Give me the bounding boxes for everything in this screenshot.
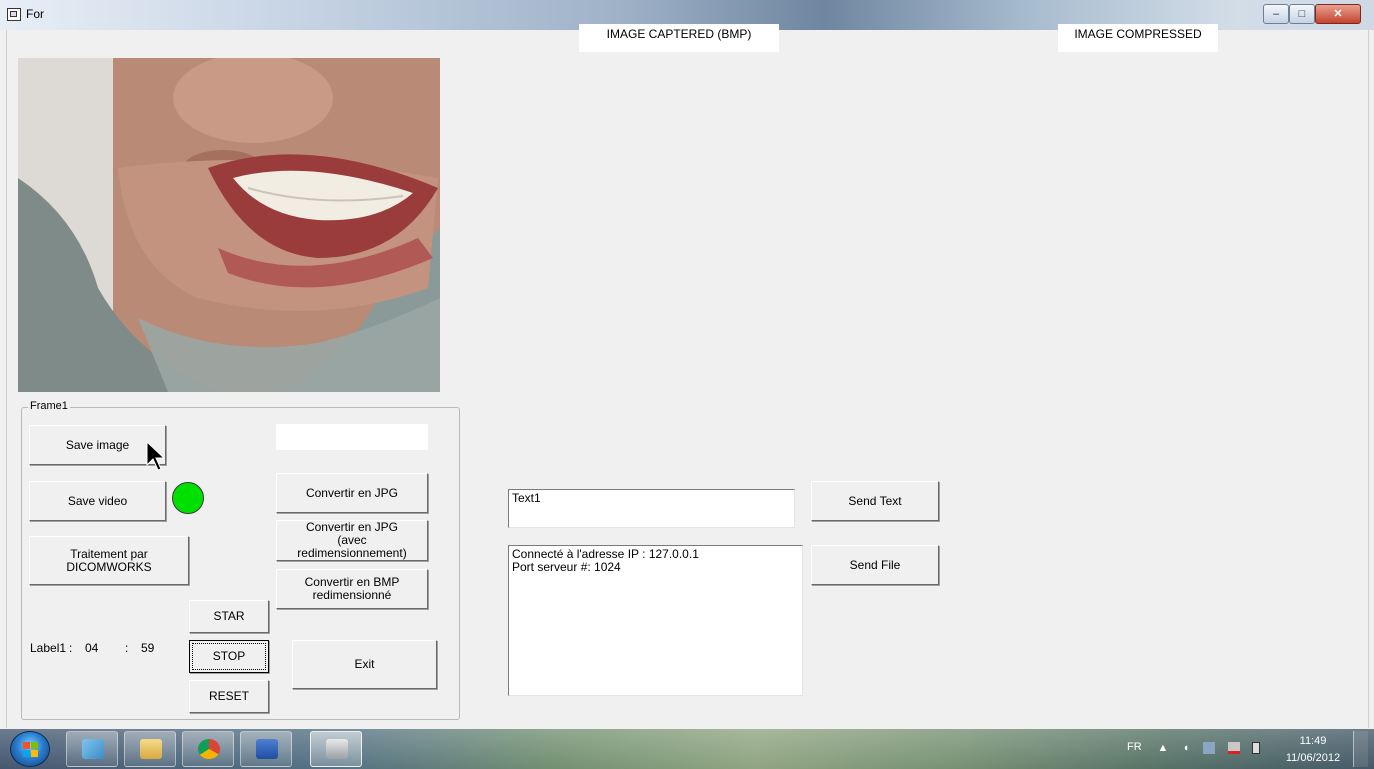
show-desktop-button[interactable] (1353, 731, 1368, 767)
battery-icon[interactable] (1252, 742, 1260, 754)
convert-jpg-resize-button[interactable]: Convertir en JPG (avec redimensionnement… (276, 520, 428, 561)
chrome-icon (198, 739, 220, 759)
taskbar-word-button[interactable] (240, 731, 292, 767)
network-icon[interactable] (1203, 742, 1215, 754)
compressed-image-label: IMAGE COMPRESSED (1058, 24, 1218, 52)
volume-icon[interactable]: ◖ (1180, 742, 1192, 754)
taskbar-chrome-button[interactable] (182, 731, 234, 767)
explorer-icon (82, 739, 104, 759)
action-center-icon[interactable] (1228, 742, 1240, 754)
timer-minutes: 04 (85, 641, 99, 655)
vb-app-icon (326, 739, 348, 759)
start-button[interactable] (10, 731, 50, 767)
taskbar-explorer-button[interactable] (66, 731, 118, 767)
message-text-input[interactable]: Text1 (508, 489, 795, 528)
minimize-button[interactable]: – (1263, 4, 1289, 24)
language-indicator[interactable]: FR (1127, 741, 1142, 753)
clock-time[interactable]: 11:49 (1283, 735, 1343, 747)
save-video-button[interactable]: Save video (29, 481, 166, 521)
reset-button[interactable]: RESET (189, 680, 269, 713)
webcam-image (18, 58, 440, 392)
convert-bmp-resize-button[interactable]: Convertir en BMP redimensionné (276, 569, 428, 609)
maximize-button[interactable]: □ (1289, 4, 1315, 24)
send-file-button[interactable]: Send File (811, 545, 939, 585)
stop-button[interactable]: STOP (189, 640, 269, 673)
close-button[interactable]: ✕ (1315, 4, 1361, 24)
compression-label (276, 424, 428, 450)
timer-separator: : (125, 641, 129, 655)
frame1-caption: Frame1 (28, 400, 70, 412)
convert-jpg-button[interactable]: Convertir en JPG (276, 473, 428, 513)
timer-seconds: 59 (141, 641, 155, 655)
app-icon[interactable] (7, 8, 21, 21)
timer-label: Label1 (30, 641, 67, 655)
webcam-preview (18, 58, 440, 392)
taskbar-vb-app-button[interactable] (310, 731, 362, 767)
taskbar-folder-button[interactable] (124, 731, 176, 767)
mouse-cursor-icon (146, 441, 166, 471)
word-icon (256, 739, 278, 759)
folder-icon (140, 739, 162, 759)
show-hidden-icons-icon[interactable]: ▲ (1157, 742, 1169, 754)
connection-log[interactable]: Connecté à l'adresse IP : 127.0.0.1 Port… (508, 545, 803, 696)
recording-status-indicator (172, 482, 204, 514)
captured-image-label: IMAGE CAPTERED (BMP) (579, 24, 779, 52)
clock-date[interactable]: 11/06/2012 (1283, 752, 1343, 764)
star-button[interactable]: STAR (189, 600, 269, 633)
window-title: For (26, 7, 44, 21)
exit-button[interactable]: Exit (292, 640, 437, 689)
send-text-button[interactable]: Send Text (811, 481, 939, 521)
timer-separator: : (69, 641, 73, 655)
dicomworks-button[interactable]: Traitement par DICOMWORKS (29, 536, 189, 585)
